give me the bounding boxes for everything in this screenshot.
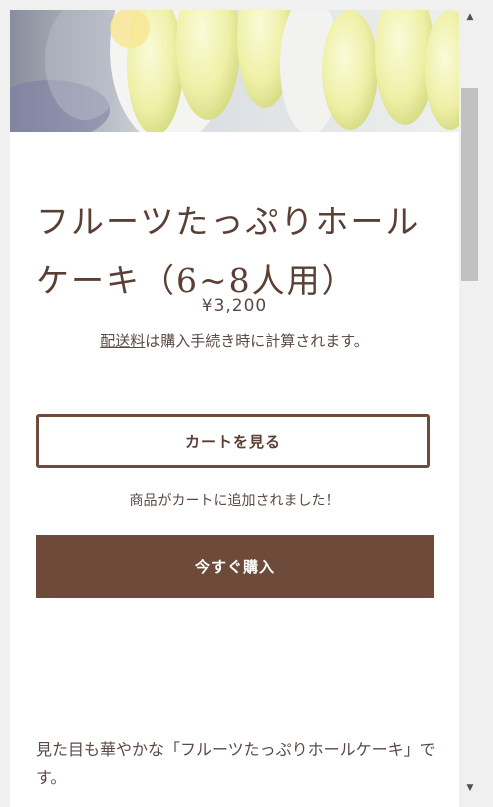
shipping-note: 配送料は購入手続き時に計算されます。 xyxy=(10,330,459,351)
scroll-down-icon[interactable]: ▼ xyxy=(461,781,479,795)
product-title: フルーツたっぷりホールケーキ（6~8人用） xyxy=(36,202,421,300)
buy-now-button[interactable]: 今すぐ購入 xyxy=(36,535,434,598)
shipping-link[interactable]: 配送料 xyxy=(100,332,145,350)
scrollbar-thumb[interactable] xyxy=(461,88,478,281)
view-cart-button[interactable]: カートを見る xyxy=(36,414,430,468)
scroll-up-icon[interactable]: ▲ xyxy=(461,10,479,24)
product-page: フルーツたっぷりホールケーキ（6~8人用） ¥3,200 配送料は購入手続き時に… xyxy=(10,10,459,807)
product-image xyxy=(10,10,459,132)
product-description: 見た目も華やかな「フルーツたっぷりホールケーキ」です。 xyxy=(36,740,436,787)
product-price: ¥3,200 xyxy=(201,296,268,316)
shipping-text: は購入手続き時に計算されます。 xyxy=(145,332,369,350)
cart-added-message: 商品がカートに追加されました！ xyxy=(129,493,340,509)
